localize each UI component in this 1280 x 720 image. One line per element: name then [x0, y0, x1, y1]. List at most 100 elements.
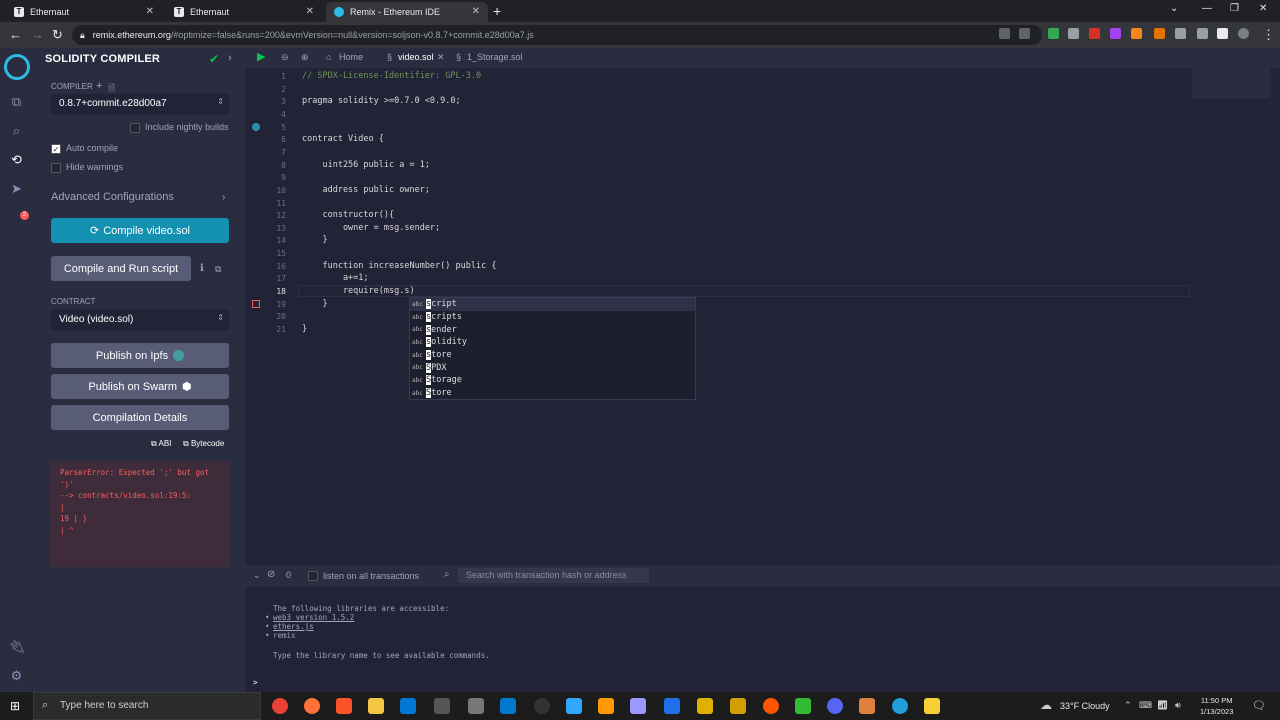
autocomplete-item[interactable]: abc Storage	[410, 374, 695, 387]
sticky-notes-icon[interactable]	[924, 698, 940, 714]
autocomplete-item[interactable]: abc s olidity	[410, 336, 695, 349]
extension-icon[interactable]	[1068, 28, 1079, 39]
close-icon[interactable]: ✕	[306, 6, 314, 17]
settings-gear-icon[interactable]: ⚙	[9, 668, 24, 683]
extension-icon[interactable]	[1154, 28, 1165, 39]
illustrator-icon[interactable]	[598, 698, 614, 714]
app-icon[interactable]	[763, 698, 779, 714]
mail-icon[interactable]	[400, 698, 416, 714]
volume-icon[interactable]: 🔊︎	[1175, 700, 1181, 711]
weather-text[interactable]: 33°F Cloudy	[1060, 701, 1110, 711]
obs-icon[interactable]	[534, 698, 550, 714]
listen-all-transactions-checkbox[interactable]	[308, 571, 318, 581]
error-marker-icon[interactable]	[252, 299, 260, 308]
compile-button[interactable]: ⟳ Compile video.sol	[51, 218, 229, 243]
windows-start-icon[interactable]: ⊞	[10, 699, 20, 713]
transaction-search-input[interactable]: Search with transaction hash or address	[458, 568, 649, 583]
metamask-icon[interactable]	[1131, 28, 1142, 39]
chrome-icon[interactable]	[272, 698, 288, 714]
vscode-icon[interactable]	[500, 698, 516, 714]
tab-home[interactable]: Home	[339, 52, 363, 62]
zoom-out-icon[interactable]: ⊖	[281, 52, 289, 63]
tab-search-icon[interactable]: ⌄	[1170, 3, 1178, 14]
forward-icon[interactable]: →	[31, 27, 44, 42]
close-icon[interactable]: ✕	[146, 6, 154, 17]
extension-icon[interactable]	[1089, 28, 1100, 39]
add-compiler-icon[interactable]: +	[96, 80, 102, 92]
telegram-icon[interactable]	[892, 698, 908, 714]
app-icon[interactable]	[468, 698, 484, 714]
terminal-prompt[interactable]: >	[253, 678, 258, 687]
photoshop-icon[interactable]	[566, 698, 582, 714]
autocomplete-item[interactable]: abc s tore	[410, 349, 695, 362]
tab-1-storage-sol[interactable]: 1_Storage.sol	[467, 52, 523, 62]
code-editor[interactable]: 1 2 3 4 5 6 7 8 9 10 11 12 13 14 15 16 17 18 19 20 21 // SPD…	[246, 68, 1280, 565]
autocomplete-item[interactable]: abc S PDX	[410, 361, 695, 374]
compile-marker-icon[interactable]	[252, 122, 260, 131]
file-explorer-icon[interactable]: ⧉	[9, 94, 24, 109]
wifi-icon[interactable]: 📶︎	[1157, 700, 1168, 711]
publish-swarm-button[interactable]: Publish on Swarm ⬢	[51, 374, 229, 399]
include-nightly-checkbox[interactable]	[130, 123, 140, 133]
firefox-icon[interactable]	[304, 698, 320, 714]
web3-link[interactable]: web3 version 1.5.2	[273, 613, 354, 622]
app-icon[interactable]	[434, 698, 450, 714]
discord-icon[interactable]	[827, 698, 843, 714]
browser-tab-remix[interactable]: Remix - Ethereum IDE ✕	[326, 2, 488, 22]
extension-icon[interactable]	[1110, 28, 1121, 39]
browser-tab-ethernaut-1[interactable]: T Ethernaut ✕	[6, 2, 162, 22]
app-icon[interactable]	[795, 698, 811, 714]
minimize-icon[interactable]: —	[1202, 3, 1212, 14]
star-icon[interactable]	[1019, 28, 1030, 39]
hide-warnings-checkbox[interactable]	[51, 163, 61, 173]
auto-compile-checkbox[interactable]: ✓	[51, 144, 61, 154]
tab-video-sol[interactable]: video.sol	[398, 52, 434, 62]
compilation-details-button[interactable]: Compilation Details	[51, 405, 229, 430]
file-explorer-icon[interactable]	[368, 698, 384, 714]
app-icon[interactable]	[697, 698, 713, 714]
chevron-right-icon[interactable]: ›	[228, 52, 232, 64]
menu-icon[interactable]: ⋮	[1262, 27, 1275, 43]
share-icon[interactable]	[999, 28, 1010, 39]
contract-select[interactable]: Video (video.sol) ⇕	[51, 310, 229, 330]
browser-tab-ethernaut-2[interactable]: T Ethernaut ✕	[166, 2, 322, 22]
close-icon[interactable]: ✕	[472, 6, 480, 17]
app-icon[interactable]	[730, 698, 746, 714]
autocomplete-item[interactable]: abc s ender	[410, 323, 695, 336]
minimap[interactable]	[1192, 68, 1270, 98]
ethers-link[interactable]: ethers.js	[273, 622, 314, 631]
chevron-up-icon[interactable]: ⌃	[1124, 700, 1132, 711]
system-clock[interactable]: 11:50 PM 1/13/2023	[1200, 695, 1233, 717]
window-close-icon[interactable]: ✕	[1259, 3, 1267, 14]
new-tab-icon[interactable]: +	[493, 3, 501, 19]
publish-ipfs-button[interactable]: Publish on Ipfs	[51, 343, 229, 368]
clear-console-icon[interactable]: ⊘	[267, 569, 275, 580]
info-icon[interactable]: ℹ	[200, 263, 204, 274]
premiere-icon[interactable]	[630, 698, 646, 714]
compile-run-script-button[interactable]: Compile and Run script	[51, 256, 191, 281]
app-icon[interactable]	[664, 698, 680, 714]
editor-scrollbar[interactable]	[1270, 68, 1280, 565]
maximize-icon[interactable]: ❐	[1230, 3, 1239, 14]
deploy-run-icon[interactable]: ➤	[9, 181, 24, 196]
back-icon[interactable]: ←	[9, 27, 22, 42]
brave-icon[interactable]	[336, 698, 352, 714]
search-icon[interactable]: ⌕	[9, 123, 24, 138]
network-icon[interactable]: ⌨	[1139, 700, 1152, 711]
taskbar-search-input[interactable]: ⌕ Type here to search	[33, 692, 261, 720]
reading-list-icon[interactable]	[1197, 28, 1208, 39]
remix-logo-icon[interactable]	[4, 54, 30, 80]
copy-bytecode-button[interactable]: ⧉ Bytecode	[183, 439, 224, 449]
copy-icon[interactable]: ⧉	[215, 264, 221, 275]
plugin-manager-icon[interactable]: 🔌︎	[9, 639, 26, 654]
notifications-icon[interactable]: 🗨︎	[1252, 699, 1266, 712]
autocomplete-item[interactable]: abc s cript	[410, 298, 695, 311]
copy-abi-button[interactable]: ⧉ ABI	[151, 439, 171, 449]
app-icon[interactable]	[859, 698, 875, 714]
autocomplete-item[interactable]: abc s cripts	[410, 311, 695, 324]
reload-icon[interactable]: ↻	[52, 27, 63, 43]
profile-avatar[interactable]	[1238, 28, 1249, 39]
zoom-in-icon[interactable]: ⊕	[301, 52, 309, 63]
address-bar[interactable]: 🔒︎ remix.ethereum.org /#optimize=false&r…	[72, 25, 1042, 45]
side-panel-icon[interactable]	[1217, 28, 1228, 39]
